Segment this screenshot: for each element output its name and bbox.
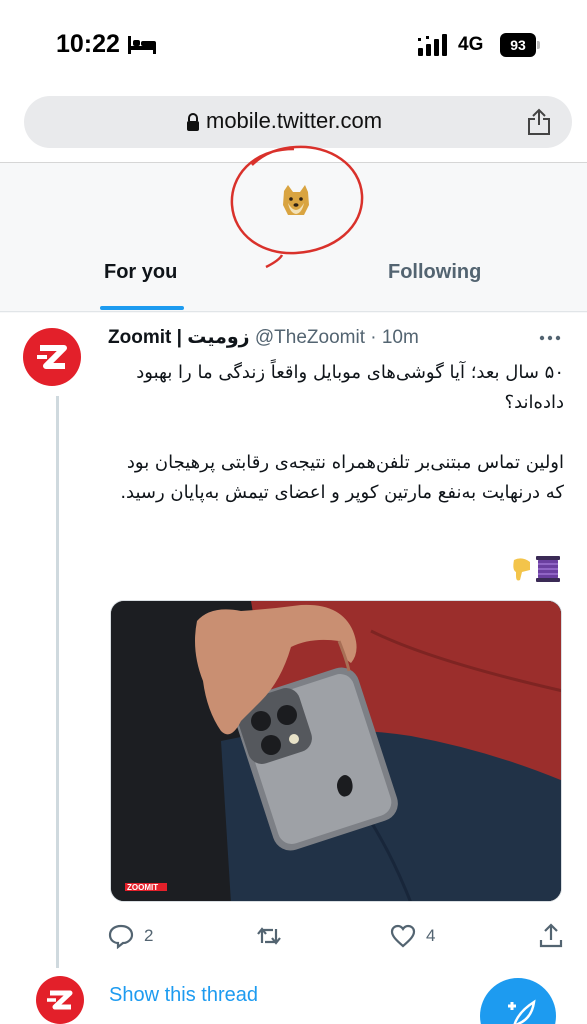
lock-icon bbox=[187, 113, 199, 131]
show-thread-link[interactable]: Show this thread bbox=[109, 984, 258, 1007]
reply-icon bbox=[108, 924, 134, 949]
tweet-paragraph: اولین تماس مبتنی‌بر تلفن‌همراه نتیجه‌ی ر… bbox=[120, 452, 564, 503]
tweet-text: ۵۰ سال بعد؛ آیا گوشی‌های موبایل واقعاً ز… bbox=[108, 358, 564, 538]
battery-tip bbox=[537, 41, 540, 49]
tab-for-you[interactable]: For you bbox=[104, 261, 177, 284]
more-options-icon[interactable] bbox=[538, 334, 562, 342]
author-avatar[interactable] bbox=[23, 328, 81, 386]
thread-emoji-icon bbox=[513, 556, 560, 582]
zoomit-logo-icon bbox=[47, 990, 73, 1010]
compose-feather-icon bbox=[508, 999, 536, 1024]
retweet-icon bbox=[257, 927, 281, 945]
status-time: 10:22 bbox=[56, 30, 120, 58]
tweet-image[interactable]: ZOOMIT bbox=[110, 600, 562, 902]
image-watermark: ZOOMIT bbox=[127, 883, 158, 892]
like-count: 4 bbox=[426, 926, 436, 945]
status-bar: 10:22 4G 93 bbox=[0, 0, 587, 88]
phone-in-pocket-photo: ZOOMIT bbox=[111, 601, 561, 901]
share-upload-icon bbox=[539, 923, 563, 948]
tab-following[interactable]: Following bbox=[388, 261, 481, 284]
sleep-bed-icon bbox=[128, 36, 156, 54]
share-icon[interactable] bbox=[526, 108, 552, 136]
network-type: 4G bbox=[458, 34, 484, 55]
cellular-signal-icon bbox=[418, 34, 447, 56]
timeline-header: For you Following bbox=[0, 145, 587, 313]
active-tab-indicator bbox=[100, 306, 184, 310]
battery-level: 93 bbox=[500, 33, 536, 57]
address-bar[interactable]: mobile.twitter.com bbox=[24, 96, 572, 148]
heart-icon bbox=[390, 924, 416, 948]
author-name[interactable]: Zoomit | زومیت bbox=[108, 327, 250, 348]
red-circle-annotation bbox=[230, 145, 364, 269]
battery-icon: 93 bbox=[500, 33, 540, 57]
author-handle-time[interactable]: @TheZoomit · 10m bbox=[255, 327, 419, 348]
tweet-paragraph: ۵۰ سال بعد؛ آیا گوشی‌های موبایل واقعاً ز… bbox=[136, 362, 564, 413]
compose-tweet-button[interactable] bbox=[480, 978, 556, 1024]
url-text: mobile.twitter.com bbox=[206, 108, 383, 133]
share-tweet-button[interactable] bbox=[538, 922, 564, 950]
thread-line bbox=[56, 396, 59, 968]
reply-count: 2 bbox=[144, 926, 154, 945]
thread-author-avatar[interactable] bbox=[36, 976, 84, 1024]
header-divider bbox=[0, 311, 587, 312]
tweet-header: Zoomit | زومیت @TheZoomit · 10m bbox=[108, 326, 419, 349]
zoomit-logo-icon bbox=[37, 345, 67, 369]
reply-button[interactable]: 2 bbox=[108, 922, 153, 950]
retweet-button[interactable] bbox=[256, 922, 282, 950]
like-button[interactable]: 4 bbox=[390, 922, 435, 950]
